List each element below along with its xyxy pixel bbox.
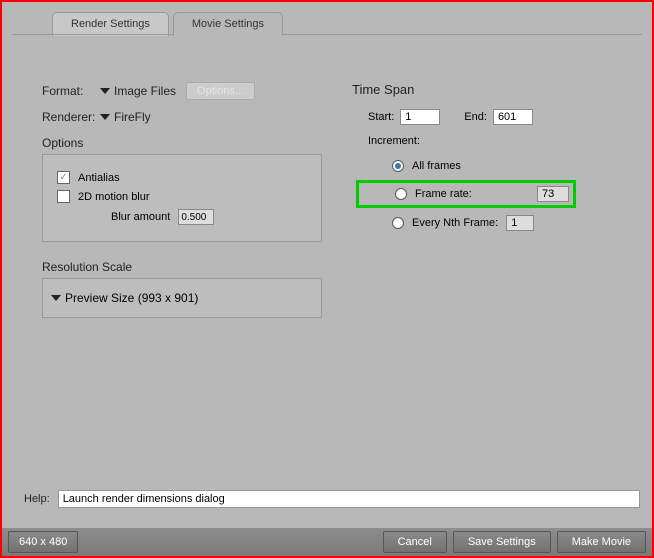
antialias-label: Antialias xyxy=(78,172,120,184)
dropdown-icon[interactable] xyxy=(51,295,61,301)
bottom-bar: 640 x 480 Cancel Save Settings Make Movi… xyxy=(2,528,652,556)
left-column: Format: Image Files Options... Renderer:… xyxy=(42,82,322,318)
cancel-button[interactable]: Cancel xyxy=(383,531,447,553)
help-text xyxy=(58,490,640,508)
every-nth-input[interactable] xyxy=(506,215,534,231)
save-settings-button[interactable]: Save Settings xyxy=(453,531,551,553)
help-row: Help: xyxy=(24,490,640,508)
start-label: Start: xyxy=(368,111,394,123)
every-nth-radio[interactable] xyxy=(392,217,404,229)
all-frames-radio[interactable] xyxy=(392,160,404,172)
all-frames-label: All frames xyxy=(412,160,461,172)
make-movie-button[interactable]: Make Movie xyxy=(557,531,646,553)
antialias-checkbox[interactable] xyxy=(57,171,70,184)
dialog-window: Render Settings Movie Settings Format: I… xyxy=(0,0,654,558)
preview-size-value[interactable]: Preview Size (993 x 901) xyxy=(65,291,198,305)
dimensions-button[interactable]: 640 x 480 xyxy=(8,531,78,553)
end-label: End: xyxy=(464,111,487,123)
options-button: Options... xyxy=(186,82,255,100)
start-input[interactable] xyxy=(400,109,440,125)
format-label: Format: xyxy=(42,84,102,98)
motion-blur-label: 2D motion blur xyxy=(78,191,150,203)
frame-rate-highlight: Frame rate: xyxy=(356,180,576,208)
blur-amount-label: Blur amount xyxy=(111,211,170,223)
dropdown-icon[interactable] xyxy=(100,88,110,94)
content-panel: Format: Image Files Options... Renderer:… xyxy=(12,42,642,496)
renderer-label: Renderer: xyxy=(42,110,102,124)
tab-bar: Render Settings Movie Settings xyxy=(52,12,287,36)
motion-blur-checkbox[interactable] xyxy=(57,190,70,203)
options-title: Options xyxy=(42,136,322,150)
tab-movie-settings[interactable]: Movie Settings xyxy=(173,12,283,36)
increment-label: Increment: xyxy=(368,135,612,147)
frame-rate-label: Frame rate: xyxy=(415,188,472,200)
frame-rate-input[interactable] xyxy=(537,186,569,202)
dropdown-icon[interactable] xyxy=(100,114,110,120)
resolution-title: Resolution Scale xyxy=(42,260,322,274)
end-input[interactable] xyxy=(493,109,533,125)
frame-rate-radio[interactable] xyxy=(395,188,407,200)
format-value[interactable]: Image Files xyxy=(114,84,176,98)
renderer-value[interactable]: FireFly xyxy=(114,110,151,124)
tab-divider xyxy=(12,34,642,35)
blur-amount-input xyxy=(178,209,214,225)
timespan-title: Time Span xyxy=(352,82,612,97)
options-box: Antialias 2D motion blur Blur amount xyxy=(42,154,322,242)
right-column: Time Span Start: End: Increment: All fra… xyxy=(352,82,612,237)
resolution-box: Preview Size (993 x 901) xyxy=(42,278,322,318)
tab-render-settings[interactable]: Render Settings xyxy=(52,12,169,36)
help-label: Help: xyxy=(24,493,50,505)
every-nth-label: Every Nth Frame: xyxy=(412,217,498,229)
